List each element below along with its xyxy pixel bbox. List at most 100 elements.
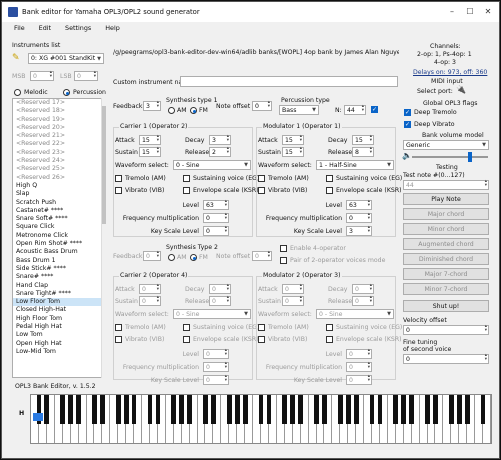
carrier1-decay-spinbox[interactable]: 3 ▴ ▾ [209, 134, 231, 145]
modulator2-sustaining-check[interactable] [326, 324, 333, 331]
modulator1-waveform-select[interactable]: 1 - Half-Sine ▼ [316, 160, 394, 170]
modulator2-envelope-check[interactable] [326, 336, 333, 343]
instrument-item[interactable]: <Reserved 21> [13, 132, 101, 140]
piano-black-key[interactable] [290, 395, 296, 424]
modulator1-freqmult-spinbox[interactable]: 0 ▴ ▾ [346, 212, 372, 223]
piano-black-key[interactable] [226, 395, 232, 424]
modulator2-waveform-select[interactable]: 0 - Sine ▼ [316, 309, 394, 319]
carrier1-vibrato-check[interactable] [115, 187, 122, 194]
instrument-item[interactable]: Side Stick# **** [13, 265, 101, 273]
deep-tremolo-check[interactable]: ✓ [404, 109, 411, 116]
carrier1-attack-spinbox[interactable]: 15 ▴ ▾ [139, 134, 161, 145]
piano-black-key[interactable] [266, 395, 272, 424]
feedback2-spinbox[interactable]: 0 ▴ ▾ [143, 250, 161, 261]
piano-black-key[interactable] [92, 395, 97, 424]
test-button-6[interactable]: Minor 7-chord [403, 283, 489, 295]
instrument-item[interactable]: <Reserved 20> [13, 124, 101, 132]
modulator2-ksl-spinbox[interactable]: 0 ▴ ▾ [346, 374, 372, 385]
piano-black-key[interactable] [171, 395, 177, 424]
piano-keyboard[interactable] [30, 394, 492, 444]
piano-black-key[interactable] [337, 395, 343, 424]
modulator1-vibrato-check[interactable] [258, 187, 265, 194]
volume-slider-thumb[interactable] [468, 152, 472, 162]
volume-slider-track[interactable] [412, 156, 488, 158]
test-note-spinbox[interactable]: 44 ▴ ▾ [403, 179, 489, 190]
instrument-item[interactable]: <Reserved 18> [13, 107, 101, 115]
instrument-item[interactable]: Hand Clap [13, 282, 101, 290]
carrier1-waveform-select[interactable]: 0 - Sine ▼ [173, 160, 251, 170]
instrument-item[interactable]: <Reserved 22> [13, 140, 101, 148]
piano-black-key[interactable] [282, 395, 288, 424]
piano-black-key[interactable] [147, 395, 153, 424]
carrier1-envelope-check[interactable] [183, 187, 190, 194]
bank-select[interactable]: 0: XG #001 StandKit ▼ [28, 53, 104, 64]
piano-black-key[interactable] [409, 395, 415, 424]
instrument-item[interactable]: High Floor Tom [13, 315, 101, 323]
instrument-item[interactable]: Metronome Click [13, 232, 101, 240]
piano-black-key[interactable] [187, 395, 192, 424]
piano-black-key[interactable] [68, 395, 74, 424]
menu-help[interactable]: Help [105, 24, 120, 32]
synth2-am-radio[interactable] [168, 254, 175, 261]
instrument-item[interactable]: <Reserved 26> [13, 174, 101, 182]
instrument-item[interactable]: Square Click [13, 223, 101, 231]
piano-black-key[interactable] [155, 395, 161, 424]
instrument-item[interactable]: Acoustic Bass Drum [13, 248, 101, 256]
piano-black-key[interactable] [44, 395, 50, 424]
piano-black-key[interactable] [211, 395, 216, 424]
piano-black-key[interactable] [76, 395, 81, 424]
instrument-item[interactable]: <Reserved 23> [13, 149, 101, 157]
piano-black-key[interactable] [425, 395, 430, 424]
menu-settings[interactable]: Settings [65, 24, 91, 32]
instrument-item[interactable]: Snare# **** [13, 273, 101, 281]
piano-black-key[interactable] [480, 395, 486, 424]
test-button-4[interactable]: Diminished chord [403, 253, 489, 265]
instrument-item[interactable]: <Reserved 25> [13, 165, 101, 173]
menu-file[interactable]: File [14, 24, 25, 32]
piano-black-key[interactable] [345, 395, 351, 424]
modulator1-release-spinbox[interactable]: 8 ▴ ▾ [352, 146, 374, 157]
instrument-item[interactable]: Bass Drum 1 [13, 257, 101, 265]
piano-black-key[interactable] [258, 395, 264, 424]
enable-4op-check[interactable] [280, 245, 287, 252]
instrument-item[interactable]: Open High Hat [13, 340, 101, 348]
menu-edit[interactable]: Edit [39, 24, 51, 32]
piano-black-key[interactable] [298, 395, 304, 424]
instrument-item[interactable]: <Reserved 17> [13, 99, 101, 107]
percussion-radio[interactable] [63, 89, 70, 96]
instrument-item[interactable]: Slap [13, 190, 101, 198]
carrier2-ksl-spinbox[interactable]: 0 ▴ ▾ [203, 374, 229, 385]
carrier1-ksl-spinbox[interactable]: 0 ▴ ▾ [203, 225, 229, 236]
instrument-item[interactable]: Snare Tight# **** [13, 290, 101, 298]
piano-black-key[interactable] [123, 395, 129, 424]
piano-black-key[interactable] [448, 395, 454, 424]
modulator2-decay-spinbox[interactable]: 0 ▴ ▾ [352, 283, 374, 294]
modulator2-sustain-spinbox[interactable]: 0 ▴ ▾ [282, 295, 304, 306]
modulator2-freqmult-spinbox[interactable]: 0 ▴ ▾ [346, 361, 372, 372]
test-button-3[interactable]: Augmented chord [403, 238, 489, 250]
carrier2-sustain-spinbox[interactable]: 0 ▴ ▾ [139, 295, 161, 306]
modulator1-envelope-check[interactable] [326, 187, 333, 194]
synth2-fm-radio[interactable] [190, 254, 197, 261]
piano-black-key[interactable] [100, 395, 105, 424]
instruments-scroll-thumb[interactable] [102, 106, 106, 224]
modulator1-tremolo-check[interactable] [258, 175, 265, 182]
deep-vibrato-check[interactable]: ✓ [404, 121, 411, 128]
modulator1-decay-spinbox[interactable]: 15 ▴ ▾ [352, 134, 374, 145]
piano-black-key[interactable] [115, 395, 121, 424]
piano-black-key[interactable] [377, 395, 383, 424]
carrier1-release-spinbox[interactable]: 2 ▴ ▾ [209, 146, 231, 157]
fine-tuning-spinbox[interactable]: 0 ▴ ▾ [403, 353, 489, 364]
piano-black-key[interactable] [353, 395, 359, 424]
modulator2-vibrato-check[interactable] [258, 336, 265, 343]
instrument-item[interactable]: Snare Soft# **** [13, 215, 101, 223]
modulator2-release-spinbox[interactable]: 0 ▴ ▾ [352, 295, 374, 306]
carrier1-level-spinbox[interactable]: 63 ▴ ▾ [203, 199, 229, 210]
instrument-item[interactable]: Scratch Push [13, 199, 101, 207]
test-button-1[interactable]: Major chord [403, 208, 489, 220]
carrier2-freqmult-spinbox[interactable]: 0 ▴ ▾ [203, 361, 229, 372]
close-icon[interactable]: ✕ [482, 6, 494, 18]
instruments-listbox[interactable]: <Reserved 17> <Reserved 18> <Reserved 19> <… [12, 98, 102, 378]
modulator1-sustaining-check[interactable] [326, 175, 333, 182]
modulator1-sustain-spinbox[interactable]: 15 ▴ ▾ [282, 146, 304, 157]
